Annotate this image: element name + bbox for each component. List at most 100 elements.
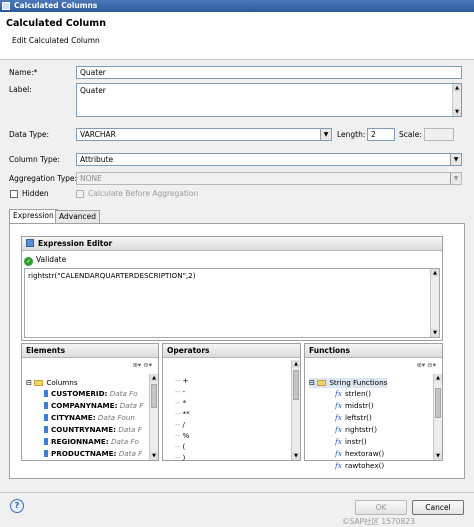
element-type: Data F [119,401,144,410]
window-titlebar: Calculated Columns [0,0,474,12]
function-icon: fx [335,437,343,446]
datatype-select[interactable]: VARCHAR ▼ [76,128,332,141]
operator-symbol: * [182,398,187,407]
hidden-label: Hidden [22,189,49,198]
function-icon: fx [335,413,343,422]
scale-input [424,128,454,141]
list-item[interactable]: COMPANYNAME: Data F [44,401,143,411]
dialog-banner: Calculated Column Edit Calculated Column [0,12,474,60]
scroll-down-icon[interactable]: ▼ [292,452,300,460]
element-name: CITYNAME: [51,413,96,422]
scroll-up-icon[interactable]: ▲ [431,269,439,277]
list-item[interactable]: fx hextoraw() [335,449,384,459]
elements-scrollbar[interactable]: ▲ ▼ [149,374,158,460]
operator-item[interactable]: -- / [175,420,185,430]
list-item[interactable]: REGIONNAME: Data Fo [44,437,139,447]
operator-item[interactable]: -- - [175,387,185,397]
elements-toolbar: ⊕▾ ⊖▾ [132,361,152,369]
operator-symbol: ( [182,442,186,451]
scroll-down-icon[interactable]: ▼ [434,452,442,460]
operator-item[interactable]: -- ( [175,442,185,452]
list-item[interactable]: fx rawtohex() [335,461,384,471]
list-item[interactable]: fx rightstr() [335,425,377,435]
expand-all-icon[interactable]: ⊕▾ [416,361,425,369]
expand-all-icon[interactable]: ⊕▾ [132,361,141,369]
function-icon: fx [335,425,343,434]
scroll-down-icon[interactable]: ▼ [453,108,461,116]
coltype-select[interactable]: Attribute ▼ [76,153,462,166]
dialog-subtitle: Edit Calculated Column [12,36,100,45]
collapse-all-icon[interactable]: ⊖▾ [143,361,152,369]
operator-symbol: / [182,420,185,429]
element-type: Data F [118,425,142,434]
hidden-checkbox[interactable] [10,190,18,198]
list-item[interactable]: PRODUCTNAME: Data F [44,449,142,459]
element-type: Data Foun [97,413,135,422]
operator-item[interactable]: -- * [175,398,186,408]
function-name: leftstr() [345,413,372,422]
label-label: Label: [9,85,32,94]
element-name: COMPANYNAME: [51,401,118,410]
tab-advanced[interactable]: Advanced [55,210,101,224]
scroll-down-icon[interactable]: ▼ [150,452,158,460]
validate-button[interactable]: ✓ Validate [24,254,66,266]
scroll-up-icon[interactable]: ▲ [434,374,442,382]
list-item[interactable]: COUNTRYNAME: Data F [44,425,142,435]
datatype-label: Data Type: [9,130,50,139]
list-item[interactable]: CITYNAME: Data Foun [44,413,135,423]
expression-scrollbar[interactable]: ▲ ▼ [430,269,439,337]
list-item[interactable]: fx instr() [335,437,367,447]
scroll-up-icon[interactable]: ▲ [453,84,461,92]
operator-item[interactable]: -- % [175,431,189,441]
calc-before-agg-label: Calculate Before Aggregation [88,189,199,198]
operator-item[interactable]: -- ** [175,409,190,419]
cancel-button[interactable]: Cancel [412,500,464,515]
scroll-thumb[interactable] [435,388,441,418]
footer-divider [0,492,474,493]
functions-panel: Functions ⊕▾ ⊖▾ ⊟ String Functions fx str… [304,343,443,470]
tab-expression[interactable]: Expression [9,209,58,224]
collapse-all-icon[interactable]: ⊖▾ [427,361,436,369]
functions-scrollbar[interactable]: ▲ ▼ [433,374,442,460]
help-icon[interactable]: ? [10,499,24,513]
chevron-down-icon[interactable]: ▼ [450,154,461,165]
aggtype-label: Aggregation Type: [9,174,78,183]
name-input[interactable]: Quater [76,66,462,79]
elements-folder-row[interactable]: ⊟ Columns [26,378,78,388]
scroll-up-icon[interactable]: ▲ [150,374,158,382]
list-item[interactable]: CUSTOMERID: Data Fo [44,389,138,399]
ok-button[interactable]: OK [355,500,407,515]
function-name: hextoraw() [345,449,385,458]
functions-folder-row[interactable]: ⊟ String Functions [309,378,388,388]
scroll-thumb[interactable] [293,370,299,400]
aggtype-select: NONE ▼ [76,172,462,185]
operator-symbol: % [182,431,190,440]
operators-scrollbar[interactable]: ▲ ▼ [291,360,300,460]
dialog-title: Calculated Column [6,18,106,29]
operator-item[interactable]: -- ) [175,453,185,463]
expression-editor-panel: Expression Editor ✓ Validate rightstr("CA… [21,236,443,341]
functions-folder-label: String Functions [329,378,388,387]
folder-icon [317,380,327,386]
length-input[interactable]: 2 [367,128,395,141]
function-icon: fx [335,389,343,398]
function-icon: fx [335,449,343,458]
label-scrollbar[interactable]: ▲ ▼ [452,84,461,116]
scroll-thumb[interactable] [151,384,157,408]
scroll-up-icon[interactable]: ▲ [292,360,300,368]
operator-item[interactable]: -- + [175,376,189,386]
check-icon: ✓ [24,257,33,266]
list-item[interactable]: fx leftstr() [335,413,372,423]
list-item[interactable]: fx midstr() [335,401,374,411]
operator-symbol: - [182,387,186,396]
functions-header: Functions [305,344,442,358]
chevron-down-icon[interactable]: ▼ [320,129,331,140]
aggtype-value: NONE [80,174,102,183]
operators-panel: Operators -- + -- - -- * -- ** -- / -- %… [162,343,301,463]
expression-textarea[interactable]: rightstr("CALENDARQUARTERDESCRIPTION",2)… [24,268,440,338]
functions-toolbar: ⊕▾ ⊖▾ [416,361,436,369]
scroll-down-icon[interactable]: ▼ [431,329,439,337]
list-item[interactable]: fx strlen() [335,389,371,399]
function-icon: fx [335,461,343,470]
label-textarea[interactable]: Quater ▲ ▼ [76,83,462,117]
